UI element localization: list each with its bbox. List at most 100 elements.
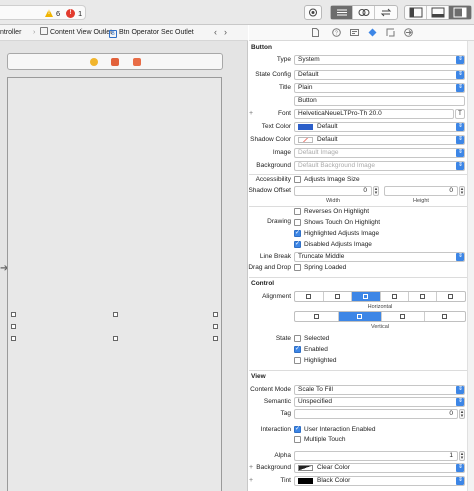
scene-view[interactable] — [7, 77, 222, 491]
utilities-toggle[interactable] — [449, 6, 471, 19]
help-icon[interactable]: ? — [332, 28, 341, 37]
line-break-popup[interactable]: Truncate Middle — [294, 252, 465, 262]
valign-top-button[interactable] — [295, 312, 339, 321]
align-leading-button[interactable] — [409, 292, 437, 301]
connections-icon[interactable] — [404, 28, 413, 37]
tag-field[interactable]: 0 — [294, 409, 458, 419]
file-icon[interactable] — [311, 28, 320, 37]
version-editor-button[interactable] — [375, 6, 397, 19]
font-picker-icon[interactable]: T — [455, 109, 465, 119]
resize-handle[interactable] — [113, 336, 118, 341]
resize-handle[interactable] — [213, 336, 218, 341]
activity-status[interactable]: 6 ! 1 — [0, 5, 86, 20]
resize-handle[interactable] — [213, 324, 218, 329]
content-mode-popup[interactable]: Scale To Fill — [294, 385, 465, 395]
adjusts-image-size-checkbox[interactable] — [294, 176, 301, 183]
nav-back-icon[interactable]: ‹ — [214, 25, 217, 40]
enabled-checkbox[interactable] — [294, 345, 301, 353]
background-color-popup[interactable]: Clear Color — [294, 463, 465, 473]
bottom-panel-icon — [431, 7, 445, 18]
attributes-icon[interactable] — [368, 28, 377, 37]
reverses-on-highlight-checkbox[interactable] — [294, 208, 301, 215]
editor-mode-segment[interactable] — [330, 5, 398, 20]
exit-icon[interactable] — [133, 58, 141, 66]
title-text-field[interactable]: Button — [294, 96, 465, 106]
nav-forward-icon[interactable]: › — [224, 25, 227, 40]
disabled-adjusts-checkbox[interactable] — [294, 240, 301, 248]
highlighted-checkbox[interactable] — [294, 357, 301, 364]
svg-text:?: ? — [335, 31, 338, 37]
size-icon[interactable] — [386, 28, 395, 37]
valign-center-button[interactable] — [339, 312, 382, 321]
align-left-button[interactable] — [295, 292, 324, 301]
interaction-label: Interaction — [260, 426, 291, 433]
align-left-icon — [306, 294, 311, 299]
breadcrumb-controller[interactable]: ntroller — [0, 25, 21, 40]
shadow-width-field[interactable]: 0 — [294, 186, 372, 196]
valign-fill-button[interactable] — [425, 312, 465, 321]
text-color-popup[interactable]: Default — [294, 122, 465, 132]
align-center-button[interactable] — [324, 292, 352, 301]
tint-popup[interactable]: Black Color — [294, 476, 465, 486]
breadcrumb-button-outlet[interactable]: B Btn Operator Sec Outlet — [109, 25, 194, 40]
shadow-width-stepper[interactable]: ▴ ▾ — [373, 186, 379, 196]
state-config-label: State Config — [255, 71, 291, 78]
align-fill-button[interactable] — [352, 292, 381, 301]
section-header-button: Button — [251, 44, 272, 51]
shadow-color-popup[interactable]: Default — [294, 135, 465, 145]
tag-label: Tag — [280, 410, 291, 417]
adjusts-image-size-label: Adjusts Image Size — [304, 176, 360, 183]
panel-toggle-segment[interactable] — [404, 5, 472, 20]
background-image-combo[interactable]: Default Background Image — [294, 161, 465, 171]
debug-toggle[interactable] — [427, 6, 449, 19]
highlighted-adjusts-label: Highlighted Adjusts Image — [304, 230, 380, 237]
activity-viewer-button[interactable] — [304, 5, 322, 20]
view-controller-icon[interactable] — [90, 58, 98, 66]
vertical-alignment-segment[interactable] — [294, 311, 466, 322]
selected-checkbox[interactable] — [294, 335, 301, 342]
window-toolbar: 6 ! 1 — [0, 0, 474, 25]
shows-touch-checkbox[interactable] — [294, 219, 301, 226]
navigator-toggle[interactable] — [405, 6, 427, 19]
type-popup[interactable]: System — [294, 55, 465, 65]
align-trailing-icon — [448, 294, 453, 299]
standard-editor-button[interactable] — [331, 6, 353, 19]
warning-count: 6 — [56, 9, 61, 18]
user-interaction-checkbox[interactable] — [294, 425, 301, 433]
tag-stepper[interactable]: ▴ ▾ — [459, 409, 465, 419]
resize-handle[interactable] — [11, 336, 16, 341]
chevron-right-icon: › — [103, 29, 106, 36]
state-config-popup[interactable]: Default — [294, 70, 465, 80]
title-style-popup[interactable]: Plain — [294, 83, 465, 93]
alpha-stepper[interactable]: ▴ ▾ — [459, 451, 465, 461]
image-combo[interactable]: Default Image — [294, 148, 465, 158]
alpha-field[interactable]: 1 — [294, 451, 458, 461]
align-trailing-button[interactable] — [437, 292, 465, 301]
valign-bottom-icon — [400, 314, 405, 319]
shadow-height-stepper[interactable]: ▴ ▾ — [459, 186, 465, 196]
multiple-touch-checkbox[interactable] — [294, 436, 301, 443]
valign-bottom-button[interactable] — [382, 312, 425, 321]
inspector-scrollbar[interactable] — [467, 41, 474, 491]
circle-icon — [309, 8, 317, 17]
resize-handle[interactable] — [11, 324, 16, 329]
identity-icon[interactable] — [350, 28, 359, 37]
resize-handle[interactable] — [213, 312, 218, 317]
resize-handle[interactable] — [11, 312, 16, 317]
jump-bar: ntroller › Content View Outlet › B Btn Op… — [0, 25, 248, 41]
accessibility-label: Accessibility — [255, 176, 291, 183]
resize-handle[interactable] — [113, 312, 118, 317]
tint-label: Tint — [280, 477, 291, 484]
highlighted-adjusts-checkbox[interactable] — [294, 229, 301, 237]
drag-drop-label: Drag and Drop — [248, 264, 291, 271]
align-right-button[interactable] — [381, 292, 409, 301]
spring-loaded-checkbox[interactable] — [294, 264, 301, 271]
semantic-popup[interactable]: Unspecified — [294, 397, 465, 407]
assistant-editor-button[interactable] — [353, 6, 375, 19]
font-field[interactable]: HelveticaNeueLTPro-Th 20.0 — [294, 109, 454, 119]
shadow-height-field[interactable]: 0 — [384, 186, 458, 196]
first-responder-icon[interactable] — [111, 58, 119, 66]
horizontal-alignment-segment[interactable] — [294, 291, 466, 302]
breadcrumb-content-view[interactable]: Content View Outlet — [40, 25, 112, 40]
storyboard-canvas[interactable]: ➔ — [0, 41, 248, 491]
